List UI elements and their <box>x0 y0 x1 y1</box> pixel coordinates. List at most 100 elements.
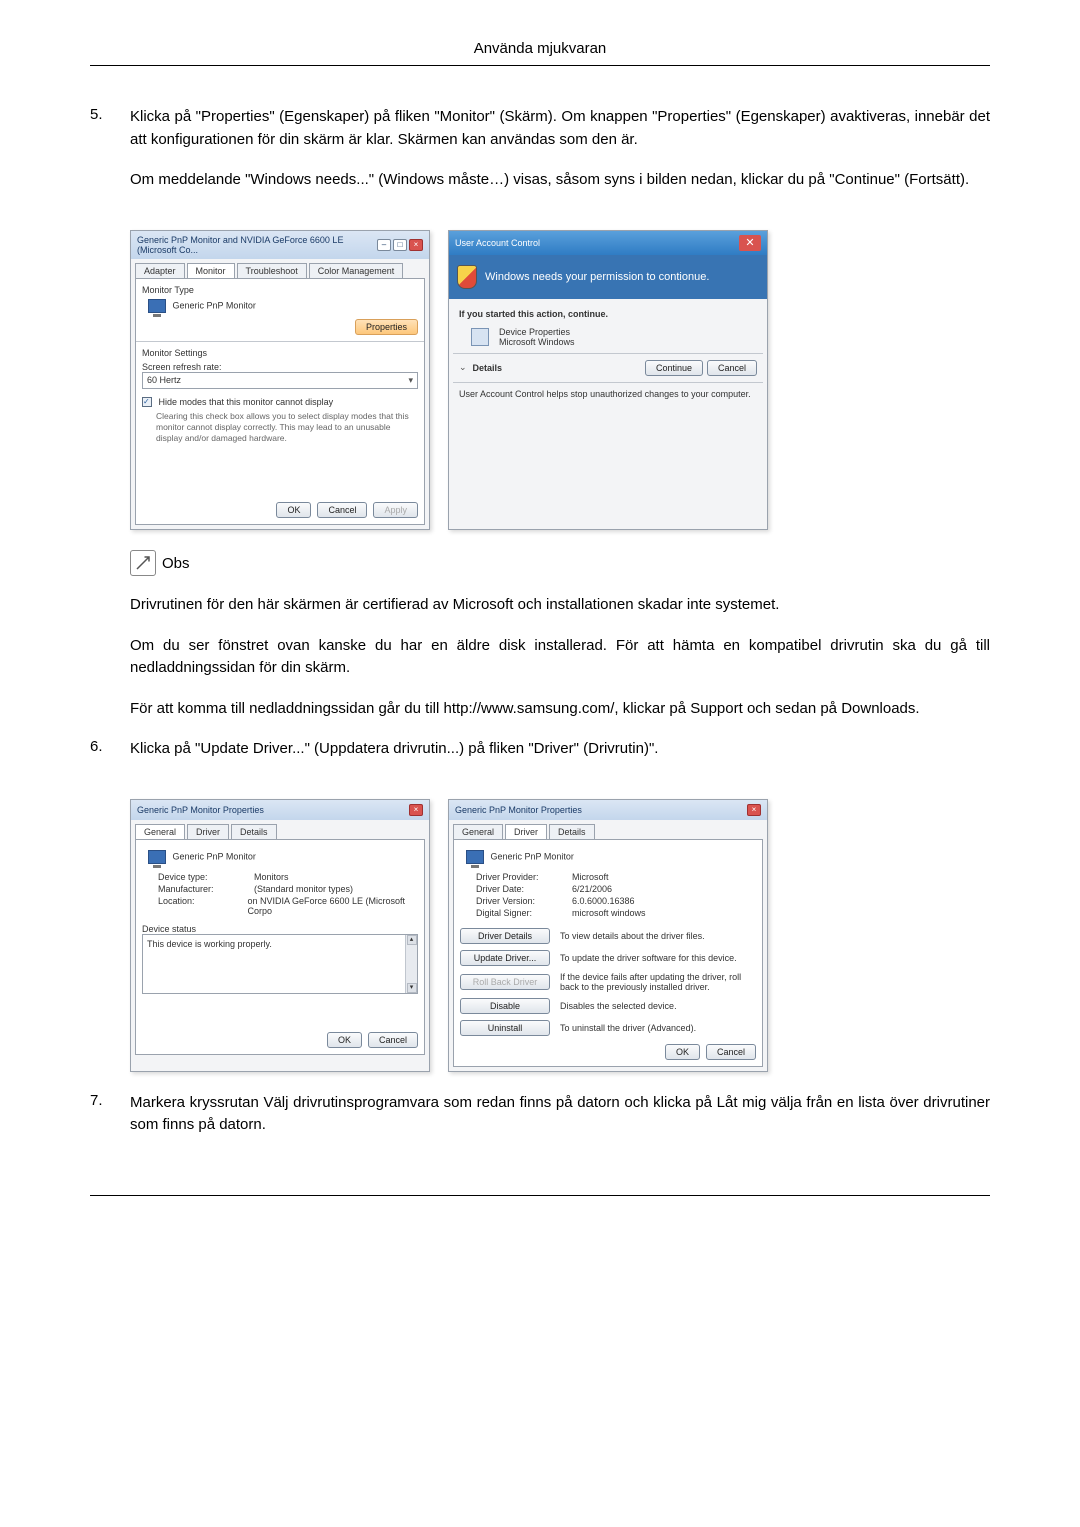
obs-para2: Om du ser fönstret ovan kanske du har en… <box>130 635 990 680</box>
digital-signer-label: Digital Signer: <box>476 908 562 918</box>
manufacturer-label: Manufacturer: <box>158 884 244 894</box>
uac-microsoft-windows: Microsoft Windows <box>499 337 575 347</box>
obs-para1: Drivrutinen för den här skärmen är certi… <box>130 594 990 617</box>
tab-driver[interactable]: Driver <box>505 824 547 839</box>
ok-button[interactable]: OK <box>327 1032 362 1048</box>
uac-dialog: User Account Control ✕ Windows needs you… <box>448 230 768 531</box>
location-value: on NVIDIA GeForce 6600 LE (Microsoft Cor… <box>247 896 418 916</box>
close-icon[interactable]: × <box>409 239 423 251</box>
close-icon[interactable]: × <box>409 804 423 816</box>
monitor-name: Generic PnP Monitor <box>173 300 256 310</box>
dialog-title: Generic PnP Monitor and NVIDIA GeForce 6… <box>137 235 377 255</box>
step7-para1: Markera kryssrutan Välj drivrutinsprogra… <box>130 1092 990 1137</box>
uninstall-desc: To uninstall the driver (Advanced). <box>560 1023 756 1033</box>
page-header: Använda mjukvaran <box>90 40 990 66</box>
shield-icon <box>457 265 477 289</box>
devtype-value: Monitors <box>254 872 289 882</box>
monitor-icon <box>148 850 166 864</box>
page-footer-rule <box>90 1195 990 1205</box>
driver-details-desc: To view details about the driver files. <box>560 931 756 941</box>
device-icon <box>471 328 489 346</box>
uac-started-text: If you started this action, continue. <box>459 309 757 319</box>
monitor-settings-label: Monitor Settings <box>142 348 418 358</box>
tab-details[interactable]: Details <box>549 824 595 839</box>
location-label: Location: <box>158 896 237 916</box>
chevron-down-icon: ▾ <box>408 375 413 386</box>
refresh-rate-label: Screen refresh rate: <box>142 362 418 372</box>
step6-para1: Klicka på "Update Driver..." (Uppdatera … <box>130 738 990 761</box>
minimize-icon[interactable]: – <box>377 239 391 251</box>
step-number-6: 6. <box>90 738 130 779</box>
cancel-button[interactable]: Cancel <box>368 1032 418 1048</box>
driver-version-label: Driver Version: <box>476 896 562 906</box>
chevron-down-icon[interactable]: ⌄ <box>459 362 467 373</box>
monitor-name: Generic PnP Monitor <box>173 851 256 861</box>
hide-modes-checkbox[interactable] <box>142 397 152 407</box>
note-icon <box>130 550 156 576</box>
uac-device-properties: Device Properties <box>499 327 575 337</box>
device-status-label: Device status <box>142 924 418 934</box>
tab-monitor[interactable]: Monitor <box>187 263 235 278</box>
manufacturer-value: (Standard monitor types) <box>254 884 353 894</box>
driver-date-value: 6/21/2006 <box>572 884 612 894</box>
step5-para2: Om meddelande "Windows needs..." (Window… <box>130 169 990 192</box>
monitor-icon <box>148 299 166 313</box>
ok-button[interactable]: OK <box>276 502 311 518</box>
ok-button[interactable]: OK <box>665 1044 700 1060</box>
update-driver-desc: To update the driver software for this d… <box>560 953 756 963</box>
driver-provider-label: Driver Provider: <box>476 872 562 882</box>
driver-details-button[interactable]: Driver Details <box>460 928 550 944</box>
details-toggle[interactable]: Details <box>473 363 503 373</box>
tab-general[interactable]: General <box>453 824 503 839</box>
monitor-icon <box>466 850 484 864</box>
digital-signer-value: microsoft windows <box>572 908 646 918</box>
device-status-text: This device is working properly. <box>147 939 272 949</box>
uac-headline: Windows needs your permission to contion… <box>485 271 709 283</box>
close-icon[interactable]: × <box>747 804 761 816</box>
uac-title: User Account Control <box>455 238 540 248</box>
device-status-box: This device is working properly. ▴▾ <box>142 934 418 994</box>
scrollbar[interactable]: ▴▾ <box>405 935 417 993</box>
properties-general-dialog: Generic PnP Monitor Properties × General… <box>130 799 430 1072</box>
tab-driver[interactable]: Driver <box>187 824 229 839</box>
refresh-rate-value: 60 Hertz <box>147 375 181 385</box>
rollback-driver-button[interactable]: Roll Back Driver <box>460 974 550 990</box>
step-number-7: 7. <box>90 1092 130 1155</box>
properties-driver-dialog: Generic PnP Monitor Properties × General… <box>448 799 768 1072</box>
monitor-name: Generic PnP Monitor <box>491 851 574 861</box>
uac-footer-text: User Account Control helps stop unauthor… <box>459 389 757 399</box>
tab-general[interactable]: General <box>135 824 185 839</box>
monitor-type-label: Monitor Type <box>142 285 418 295</box>
driver-provider-value: Microsoft <box>572 872 609 882</box>
tab-details[interactable]: Details <box>231 824 277 839</box>
step-number-5: 5. <box>90 106 130 210</box>
cancel-button[interactable]: Cancel <box>706 1044 756 1060</box>
disable-desc: Disables the selected device. <box>560 1001 756 1011</box>
disable-button[interactable]: Disable <box>460 998 550 1014</box>
maximize-icon[interactable]: □ <box>393 239 407 251</box>
driver-date-label: Driver Date: <box>476 884 562 894</box>
uninstall-button[interactable]: Uninstall <box>460 1020 550 1036</box>
hide-modes-description: Clearing this check box allows you to se… <box>156 411 418 444</box>
tab-troubleshoot[interactable]: Troubleshoot <box>237 263 307 278</box>
refresh-rate-select[interactable]: 60 Hertz ▾ <box>142 372 418 389</box>
dialog-title: Generic PnP Monitor Properties <box>137 805 264 815</box>
apply-button[interactable]: Apply <box>373 502 418 518</box>
rollback-driver-desc: If the device fails after updating the d… <box>560 972 756 992</box>
step5-para1: Klicka på "Properties" (Egenskaper) på f… <box>130 106 990 151</box>
driver-version-value: 6.0.6000.16386 <box>572 896 635 906</box>
properties-button[interactable]: Properties <box>355 319 418 335</box>
obs-para3: För att komma till nedladdningssidan går… <box>130 698 990 721</box>
cancel-button[interactable]: Cancel <box>707 360 757 376</box>
hide-modes-label: Hide modes that this monitor cannot disp… <box>159 397 334 407</box>
close-icon[interactable]: ✕ <box>739 235 761 251</box>
cancel-button[interactable]: Cancel <box>317 502 367 518</box>
continue-button[interactable]: Continue <box>645 360 703 376</box>
monitor-properties-dialog: Generic PnP Monitor and NVIDIA GeForce 6… <box>130 230 430 531</box>
note-label: Obs <box>162 555 190 572</box>
dialog-title: Generic PnP Monitor Properties <box>455 805 582 815</box>
update-driver-button[interactable]: Update Driver... <box>460 950 550 966</box>
tab-adapter[interactable]: Adapter <box>135 263 185 278</box>
tab-color-management[interactable]: Color Management <box>309 263 404 278</box>
devtype-label: Device type: <box>158 872 244 882</box>
